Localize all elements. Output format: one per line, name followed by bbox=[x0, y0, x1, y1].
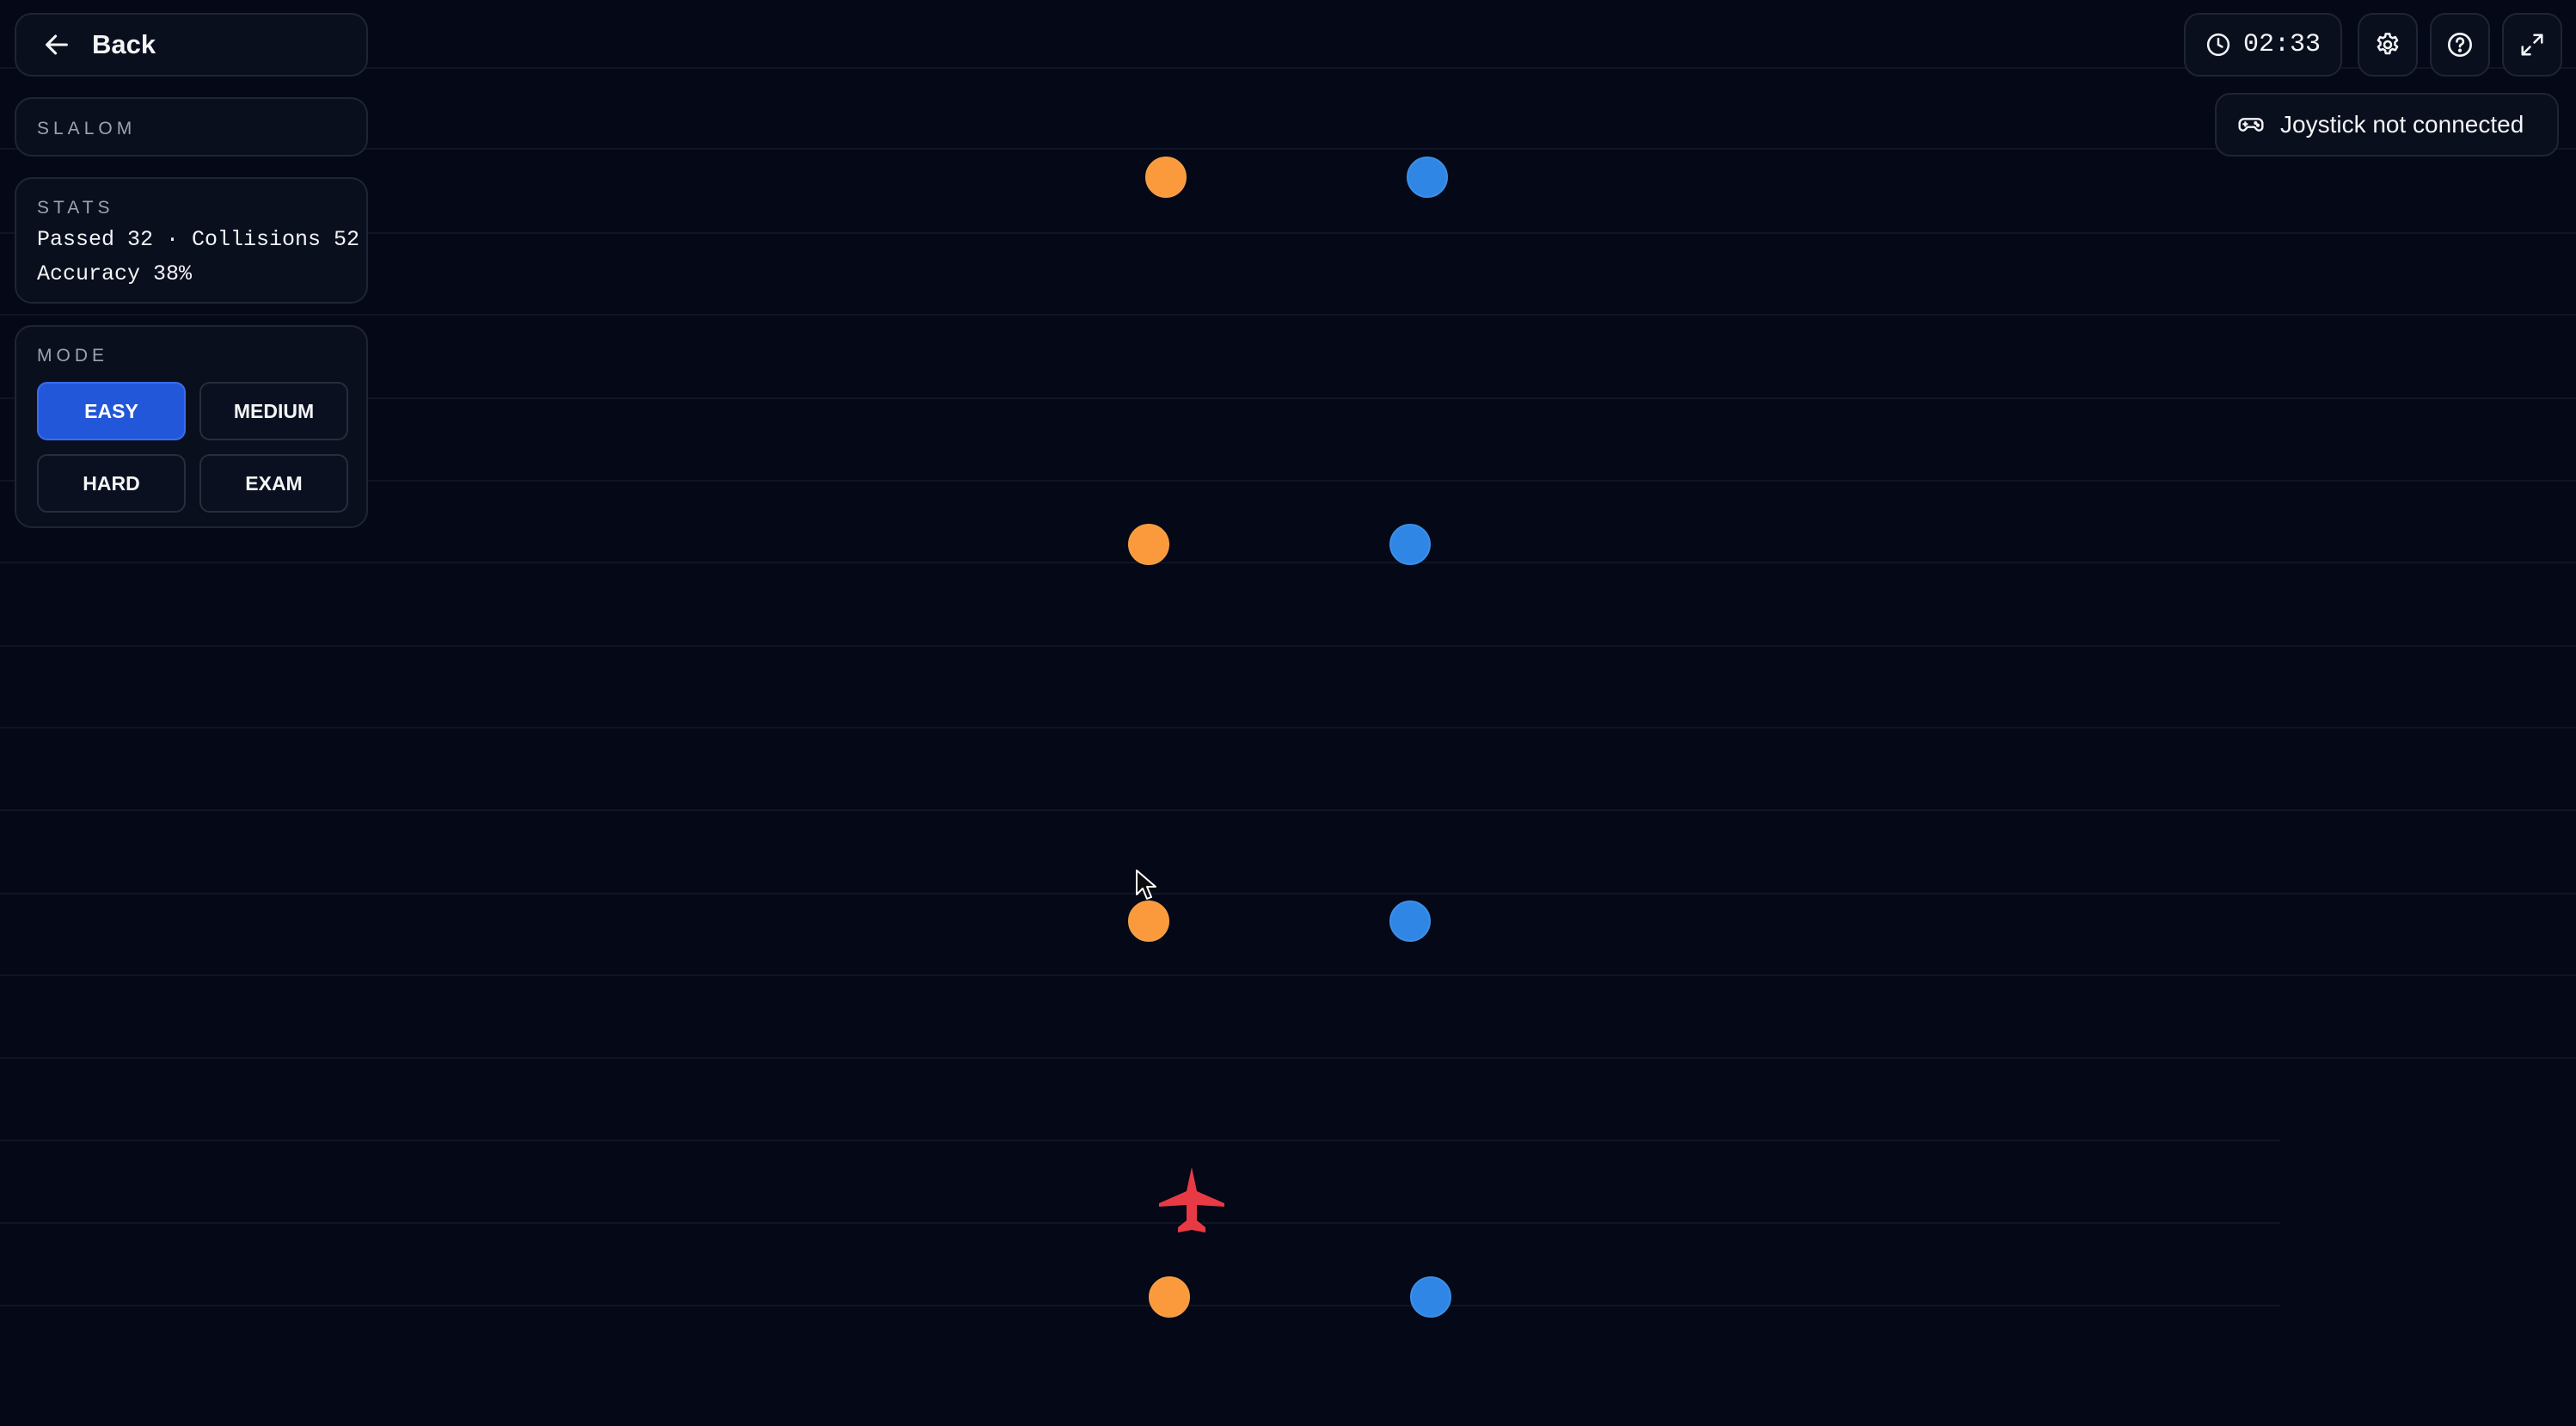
stats-panel: STATS Passed 32 · Collisions 52 Accuracy… bbox=[15, 177, 368, 304]
game-title-panel: SLALOM bbox=[15, 97, 368, 157]
track-line bbox=[0, 562, 2576, 563]
settings-button[interactable] bbox=[2358, 13, 2418, 77]
right-cone bbox=[1389, 900, 1431, 942]
mode-hard-button[interactable]: HARD bbox=[37, 454, 186, 513]
gear-icon bbox=[2377, 33, 2399, 55]
track-line bbox=[0, 314, 2576, 316]
mode-exam-button[interactable]: EXAM bbox=[199, 454, 348, 513]
timer-value: 02:33 bbox=[2242, 30, 2321, 59]
left-cone bbox=[1128, 524, 1169, 565]
track-line bbox=[0, 1222, 2280, 1224]
left-cone bbox=[1128, 900, 1169, 942]
track-line bbox=[0, 974, 2576, 976]
mode-easy-button[interactable]: EASY bbox=[37, 382, 186, 440]
expand-icon bbox=[2521, 34, 2543, 56]
back-button[interactable]: Back bbox=[15, 13, 368, 77]
track-line bbox=[0, 1140, 2280, 1141]
player-plane-icon bbox=[1159, 1167, 1224, 1232]
arrow-left-icon bbox=[46, 34, 68, 55]
stats-passed-collisions: Passed 32 · Collisions 52 bbox=[37, 227, 360, 252]
track-line bbox=[0, 397, 2576, 399]
mode-medium-button[interactable]: MEDIUM bbox=[199, 382, 348, 440]
mouse-cursor-icon bbox=[1136, 870, 1156, 900]
mode-panel: MODE EASY MEDIUM HARD EXAM bbox=[15, 325, 368, 528]
timer-display: 02:33 bbox=[2184, 13, 2342, 77]
track-line bbox=[0, 727, 2576, 728]
track-line bbox=[0, 232, 2576, 234]
gamepad-icon bbox=[2238, 118, 2264, 132]
back-label: Back bbox=[92, 29, 156, 59]
help-button[interactable] bbox=[2430, 13, 2490, 77]
mode-options: EASY MEDIUM HARD EXAM bbox=[37, 382, 348, 513]
right-cone bbox=[1410, 1276, 1451, 1318]
mode-heading: MODE bbox=[37, 346, 108, 366]
track-line bbox=[0, 480, 2576, 482]
track-line bbox=[0, 1305, 2280, 1306]
joystick-status-text: Joystick not connected bbox=[2280, 111, 2524, 138]
clock-icon bbox=[2206, 33, 2230, 57]
game-canvas[interactable] bbox=[0, 0, 2576, 1426]
game-title: SLALOM bbox=[37, 119, 137, 138]
track-line bbox=[0, 809, 2576, 811]
stats-accuracy: Accuracy 38% bbox=[37, 261, 193, 286]
help-circle-icon bbox=[2448, 33, 2472, 57]
left-cone bbox=[1145, 157, 1187, 198]
track-line bbox=[0, 148, 2576, 150]
right-cone bbox=[1389, 524, 1431, 565]
right-cone bbox=[1407, 157, 1448, 198]
track-line bbox=[0, 645, 2576, 647]
fullscreen-button[interactable] bbox=[2502, 13, 2562, 77]
track-line bbox=[0, 1057, 2576, 1059]
joystick-status: Joystick not connected bbox=[2215, 93, 2559, 157]
left-cone bbox=[1149, 1276, 1190, 1318]
stats-heading: STATS bbox=[37, 198, 114, 218]
track-line bbox=[0, 893, 2576, 894]
